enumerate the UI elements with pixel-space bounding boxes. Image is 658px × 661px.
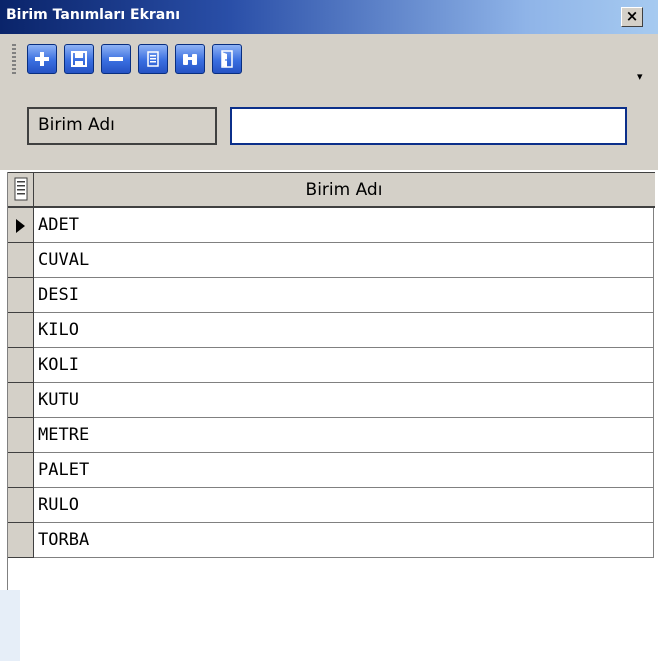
row-selector[interactable] — [8, 523, 34, 558]
row-selector[interactable] — [8, 243, 34, 278]
row-selector[interactable] — [8, 208, 34, 243]
birim-adi-cell[interactable]: ADET — [34, 208, 654, 243]
table-row[interactable]: METRE — [8, 418, 655, 454]
background-decoration — [0, 590, 20, 661]
table-row[interactable]: KUTU — [8, 383, 655, 419]
birim-adi-cell[interactable]: PALET — [34, 453, 654, 488]
table-row[interactable]: TORBA — [8, 523, 655, 559]
column-header-birim-adi[interactable]: Birim Adı — [34, 173, 654, 207]
birim-adi-cell[interactable]: CUVAL — [34, 243, 654, 278]
form-body: ▾ Birim Adı — [0, 34, 658, 170]
save-icon — [71, 51, 87, 67]
row-selector[interactable] — [8, 348, 34, 383]
delete-button[interactable] — [101, 44, 131, 74]
toolbar-overflow-icon[interactable]: ▾ — [637, 70, 643, 83]
birim-adi-cell[interactable]: KOLI — [34, 348, 654, 383]
row-selector[interactable] — [8, 418, 34, 453]
exit-door-icon — [221, 50, 233, 68]
table-row[interactable]: KILO — [8, 313, 655, 349]
save-button[interactable] — [64, 44, 94, 74]
birim-adi-cell[interactable]: RULO — [34, 488, 654, 523]
add-icon — [35, 52, 49, 66]
units-grid: Birim Adı ADET CUVAL DESI KILO KOLI KUTU METRE… — [7, 172, 655, 661]
list-icon — [147, 51, 159, 67]
row-selector[interactable] — [8, 488, 34, 523]
list-button[interactable] — [138, 44, 168, 74]
birim-adi-cell[interactable]: METRE — [34, 418, 654, 453]
table-row[interactable]: RULO — [8, 488, 655, 524]
close-button[interactable]: × — [621, 7, 643, 27]
table-row[interactable]: DESI — [8, 278, 655, 314]
grid-header: Birim Adı — [8, 172, 655, 208]
binoculars-icon — [183, 54, 197, 65]
birim-adi-cell[interactable]: TORBA — [34, 523, 654, 558]
row-selector[interactable] — [8, 313, 34, 348]
current-row-pointer-icon — [16, 219, 25, 233]
row-selector[interactable] — [8, 453, 34, 488]
column-chooser-icon[interactable] — [8, 173, 34, 207]
table-row[interactable]: ADET — [8, 208, 655, 244]
row-selector[interactable] — [8, 383, 34, 418]
delete-icon — [109, 57, 123, 61]
table-row[interactable]: KOLI — [8, 348, 655, 384]
birim-adi-cell[interactable]: DESI — [34, 278, 654, 313]
window-title: Birim Tanımları Ekranı — [6, 7, 180, 23]
close-icon: × — [625, 7, 639, 25]
table-row[interactable]: CUVAL — [8, 243, 655, 279]
birim-adi-cell[interactable]: KILO — [34, 313, 654, 348]
row-selector[interactable] — [8, 278, 34, 313]
title-bar: Birim Tanımları Ekranı × — [0, 0, 658, 34]
add-button[interactable] — [27, 44, 57, 74]
exit-button[interactable] — [212, 44, 242, 74]
toolbar-grip[interactable] — [12, 44, 16, 74]
table-row[interactable]: PALET — [8, 453, 655, 489]
search-button[interactable] — [175, 44, 205, 74]
birim-adi-cell[interactable]: KUTU — [34, 383, 654, 418]
birim-adi-label: Birim Adı — [27, 107, 217, 145]
birim-adi-input[interactable] — [230, 107, 627, 145]
